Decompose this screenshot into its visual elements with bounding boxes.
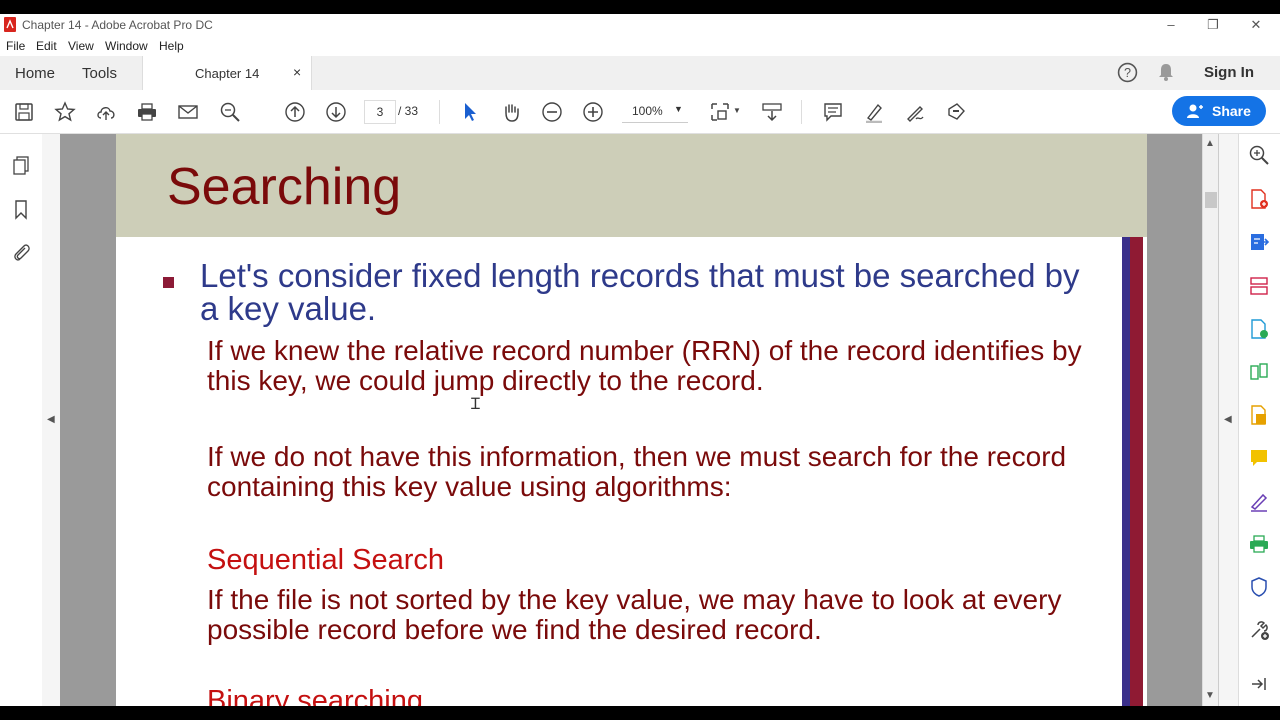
- menu-bar: File Edit View Window Help: [0, 36, 1280, 56]
- close-tab-button[interactable]: ×: [293, 64, 301, 80]
- hand-tool-icon[interactable]: [499, 100, 523, 124]
- scroll-mode-icon[interactable]: [760, 100, 784, 124]
- svg-text:?: ?: [1124, 66, 1131, 80]
- organize-pages-icon[interactable]: [1248, 275, 1270, 297]
- page-fit-icon[interactable]: [708, 100, 732, 124]
- share-button[interactable]: Share: [1172, 96, 1266, 126]
- bullet-marker: [163, 277, 174, 288]
- minimize-button[interactable]: –: [1156, 16, 1186, 34]
- more-tools-icon[interactable]: [1248, 619, 1270, 641]
- email-icon[interactable]: [176, 100, 200, 124]
- toolbar-divider: [439, 100, 440, 124]
- attachments-icon[interactable]: [10, 241, 32, 263]
- sign-icon[interactable]: [903, 100, 927, 124]
- menu-view[interactable]: View: [68, 39, 94, 53]
- export-pdf-icon[interactable]: [1248, 231, 1270, 253]
- restore-button[interactable]: ❐: [1198, 16, 1228, 34]
- save-icon[interactable]: [12, 100, 36, 124]
- comment-icon[interactable]: [821, 100, 845, 124]
- add-user-icon: [1187, 104, 1203, 118]
- zoom-in-icon[interactable]: [581, 100, 605, 124]
- tab-tools[interactable]: Tools: [82, 65, 117, 82]
- scroll-down-icon[interactable]: ▼: [1205, 690, 1215, 701]
- right-panel-collapse-bar[interactable]: ◀: [1218, 134, 1239, 706]
- heading-binary-searching: Binary searching: [207, 685, 423, 706]
- create-pdf-icon[interactable]: [1248, 188, 1270, 210]
- share-label: Share: [1212, 103, 1251, 119]
- bookmarks-icon[interactable]: [10, 198, 32, 220]
- tab-document[interactable]: Chapter 14 ×: [142, 56, 312, 90]
- heading-sequential-search: Sequential Search: [207, 544, 444, 576]
- tab-document-label: Chapter 14: [195, 66, 260, 81]
- search-zoom-icon[interactable]: [218, 100, 242, 124]
- menu-file[interactable]: File: [6, 39, 25, 53]
- expand-left-panel-icon[interactable]: ◀: [47, 414, 55, 425]
- page-total: / 33: [398, 104, 419, 118]
- title-bar: Chapter 14 - Adobe Acrobat Pro DC – ❐ ✕: [0, 14, 1280, 36]
- help-icon[interactable]: ?: [1117, 62, 1138, 83]
- paragraph-search: If we do not have this information, then…: [207, 441, 1067, 502]
- menu-edit[interactable]: Edit: [36, 39, 57, 53]
- zoom-value: 100%: [632, 104, 663, 118]
- upload-cloud-icon[interactable]: [94, 100, 118, 124]
- collapse-tools-icon[interactable]: [1248, 673, 1270, 695]
- text-cursor-icon: Ɪ: [471, 396, 480, 413]
- zoom-out-icon[interactable]: [540, 100, 564, 124]
- decorative-stripe-blue: [1122, 237, 1130, 706]
- toolbar-divider: [801, 100, 802, 124]
- comment-tool-icon[interactable]: [1248, 447, 1270, 469]
- highlight-pen-icon[interactable]: [862, 100, 886, 124]
- search-zoom-icon[interactable]: [1248, 144, 1270, 166]
- protect-shield-icon[interactable]: [1248, 576, 1270, 598]
- bookmark-star-icon[interactable]: [53, 100, 77, 124]
- pdf-page: Searching Let's consider fixed length re…: [116, 134, 1147, 706]
- chevron-down-icon: ▼: [674, 104, 683, 114]
- notification-bell-icon[interactable]: [1157, 62, 1175, 82]
- left-panel-collapse-bar[interactable]: ◀: [42, 134, 61, 706]
- chevron-down-icon[interactable]: ▼: [733, 106, 741, 115]
- decorative-stripe-red: [1130, 237, 1143, 706]
- menu-help[interactable]: Help: [159, 39, 184, 53]
- window-title: Chapter 14 - Adobe Acrobat Pro DC: [22, 18, 213, 32]
- close-window-button[interactable]: ✕: [1241, 16, 1271, 34]
- paragraph-rrn: If we knew the relative record number (R…: [207, 335, 1082, 396]
- acrobat-logo-icon: [4, 17, 16, 32]
- sign-in-link[interactable]: Sign In: [1204, 64, 1254, 81]
- paragraph-sequential: If the file is not sorted by the key val…: [207, 584, 1062, 645]
- print-production-icon[interactable]: [1248, 533, 1270, 555]
- page-up-icon[interactable]: [283, 100, 307, 124]
- menu-window[interactable]: Window: [105, 39, 148, 53]
- zoom-select[interactable]: 100% ▼: [622, 100, 688, 123]
- page-number-input[interactable]: 3: [364, 100, 396, 124]
- fill-sign-icon[interactable]: [1248, 490, 1270, 512]
- tab-home[interactable]: Home: [15, 65, 55, 82]
- page-thumbnails-icon[interactable]: [10, 154, 32, 176]
- combine-files-icon[interactable]: [1248, 404, 1270, 426]
- redact-stamp-icon[interactable]: [944, 100, 968, 124]
- page-down-icon[interactable]: [324, 100, 348, 124]
- expand-right-panel-icon[interactable]: ◀: [1224, 414, 1232, 425]
- print-icon[interactable]: [135, 100, 159, 124]
- edit-pdf-icon[interactable]: [1248, 318, 1270, 340]
- compare-files-icon[interactable]: [1248, 361, 1270, 383]
- scroll-thumb[interactable]: [1205, 192, 1217, 208]
- select-arrow-icon[interactable]: [458, 100, 482, 124]
- bullet-text: Let's consider fixed length records that…: [200, 257, 1080, 327]
- bottom-edge: [0, 706, 1280, 720]
- vertical-scrollbar[interactable]: ▲ ▼: [1202, 134, 1219, 706]
- scroll-up-icon[interactable]: ▲: [1205, 138, 1215, 149]
- slide-title: Searching: [167, 158, 402, 216]
